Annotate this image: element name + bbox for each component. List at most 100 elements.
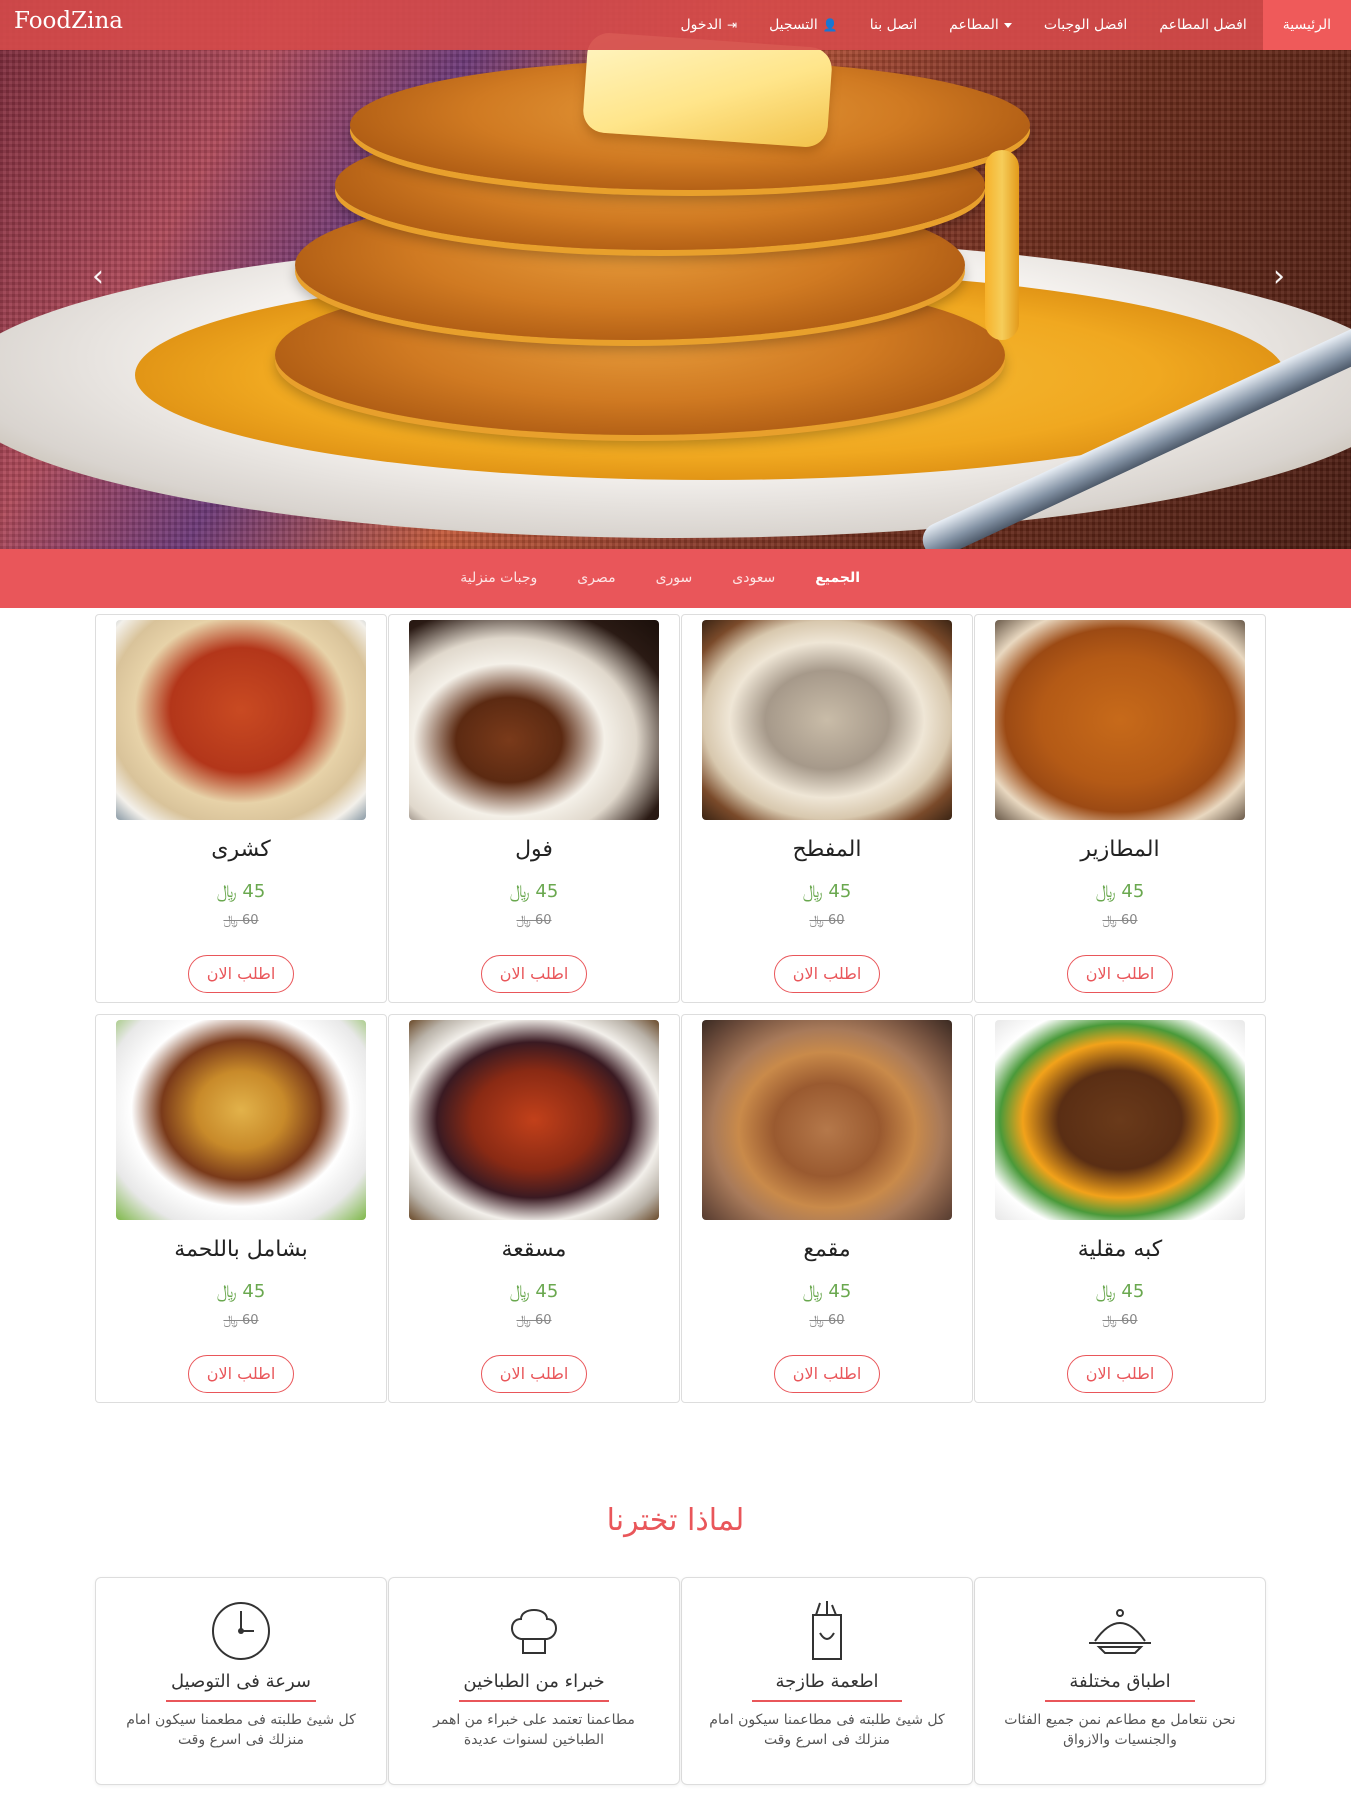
product-card: كبه مقلية 45 ﷼ 60 ﷼ اطلب الان bbox=[974, 1014, 1266, 1403]
nav-item-label: افضل المطاعم bbox=[1159, 17, 1247, 33]
product-old-price: 60 ﷼ bbox=[809, 1313, 845, 1328]
feature-title: خبراء من الطباخين bbox=[463, 1671, 605, 1692]
product-image[interactable] bbox=[116, 1020, 366, 1220]
syrup-drip bbox=[985, 150, 1019, 340]
tab-home-meals[interactable]: وجبات منزلية bbox=[440, 549, 557, 608]
grocery-bag-icon bbox=[812, 1601, 842, 1660]
feature-card: اطعمة طازجة كل شيئ طلبته فى مطاعمنا سيكو… bbox=[681, 1577, 973, 1785]
feature-underline bbox=[459, 1700, 609, 1702]
nav-item-best-meals[interactable]: افضل الوجبات bbox=[1028, 0, 1144, 50]
product-card: مقمع 45 ﷼ 60 ﷼ اطلب الان bbox=[681, 1014, 973, 1403]
product-image[interactable] bbox=[995, 620, 1245, 820]
why-us-grid: اطباق مختلفة نحن نتعامل مع مطاعم نمن جمي… bbox=[95, 1577, 1266, 1785]
brand-logo[interactable]: FoodZina bbox=[14, 8, 123, 34]
product-image[interactable] bbox=[116, 620, 366, 820]
chevron-left-icon[interactable]: ‹ bbox=[92, 262, 104, 292]
serving-dish-icon bbox=[1089, 1609, 1151, 1654]
product-price: 45 ﷼ bbox=[509, 1281, 559, 1302]
order-now-button[interactable]: اطلب الان bbox=[774, 955, 880, 993]
product-name: المطازير bbox=[1080, 837, 1160, 862]
product-price: 45 ﷼ bbox=[509, 881, 559, 902]
nav-item-label: الدخول bbox=[680, 17, 723, 33]
nav-item-login[interactable]: الدخول ⇥ bbox=[664, 0, 753, 50]
product-price: 45 ﷼ bbox=[802, 881, 852, 902]
product-image[interactable] bbox=[409, 620, 659, 820]
product-card: بشامل باللحمة 45 ﷼ 60 ﷼ اطلب الان bbox=[95, 1014, 387, 1403]
nav-item-contact[interactable]: اتصل بنا bbox=[854, 0, 933, 50]
nav-item-register[interactable]: التسجيل 👤 bbox=[753, 0, 854, 50]
product-price: 45 ﷼ bbox=[216, 1281, 266, 1302]
order-now-button[interactable]: اطلب الان bbox=[1067, 955, 1173, 993]
feature-underline bbox=[1045, 1700, 1195, 1702]
product-name: بشامل باللحمة bbox=[174, 1237, 308, 1262]
nav-item-best-restaurants[interactable]: افضل المطاعم bbox=[1143, 0, 1262, 50]
order-now-button[interactable]: اطلب الان bbox=[481, 955, 587, 993]
nav-item-label: افضل الوجبات bbox=[1043, 17, 1128, 33]
feature-text: كل شيئ طلبته فى مطعمنا سيكون امام منزلك … bbox=[126, 1712, 356, 1748]
product-grid: المطازير 45 ﷼ 60 ﷼ اطلب الان المفطح 45 ﷼… bbox=[95, 614, 1266, 1403]
product-name: كبه مقلية bbox=[1077, 1237, 1163, 1262]
nav-item-label: المطاعم bbox=[949, 17, 999, 33]
category-tabs: الجميع سعودى سورى مصرى وجبات منزلية bbox=[440, 549, 1351, 608]
product-old-price: 60 ﷼ bbox=[516, 913, 552, 928]
feature-card: سرعة فى التوصيل كل شيئ طلبته فى مطعمنا س… bbox=[95, 1577, 387, 1785]
product-old-price: 60 ﷼ bbox=[1102, 913, 1138, 928]
tab-all[interactable]: الجميع bbox=[795, 549, 880, 608]
product-price: 45 ﷼ bbox=[1095, 881, 1145, 902]
nav-item-label: اتصل بنا bbox=[869, 17, 918, 33]
nav-menu: الرئيسية افضل المطاعم افضل الوجبات المطا… bbox=[664, 0, 1351, 50]
order-now-button[interactable]: اطلب الان bbox=[481, 1355, 587, 1393]
tab-syrian[interactable]: سورى bbox=[636, 549, 713, 608]
clock-icon bbox=[212, 1602, 270, 1660]
tab-egyptian[interactable]: مصرى bbox=[557, 549, 635, 608]
feature-title: اطباق مختلفة bbox=[1069, 1671, 1171, 1692]
product-name: فول bbox=[515, 837, 553, 862]
product-card: المطازير 45 ﷼ 60 ﷼ اطلب الان bbox=[974, 614, 1266, 1003]
feature-underline bbox=[752, 1700, 902, 1702]
product-image[interactable] bbox=[702, 620, 952, 820]
feature-card: اطباق مختلفة نحن نتعامل مع مطاعم نمن جمي… bbox=[974, 1577, 1266, 1785]
product-name: كشرى bbox=[211, 837, 271, 862]
product-old-price: 60 ﷼ bbox=[223, 913, 259, 928]
order-now-button[interactable]: اطلب الان bbox=[188, 955, 294, 993]
chef-hat-icon bbox=[511, 1609, 557, 1654]
order-now-button[interactable]: اطلب الان bbox=[774, 1355, 880, 1393]
feature-underline bbox=[166, 1700, 316, 1702]
product-card: المفطح 45 ﷼ 60 ﷼ اطلب الان bbox=[681, 614, 973, 1003]
feature-text: نحن نتعامل مع مطاعم نمن جميع الفئات والج… bbox=[1004, 1712, 1236, 1748]
login-icon: ⇥ bbox=[727, 18, 738, 32]
product-card: مسقعة 45 ﷼ 60 ﷼ اطلب الان bbox=[388, 1014, 680, 1403]
product-price: 45 ﷼ bbox=[216, 881, 266, 902]
user-icon: 👤 bbox=[822, 18, 838, 32]
product-image[interactable] bbox=[995, 1020, 1245, 1220]
order-now-button[interactable]: اطلب الان bbox=[1067, 1355, 1173, 1393]
product-price: 45 ﷼ bbox=[1095, 1281, 1145, 1302]
chevron-right-icon[interactable]: › bbox=[1273, 262, 1285, 292]
product-old-price: 60 ﷼ bbox=[809, 913, 845, 928]
tab-saudi[interactable]: سعودى bbox=[712, 549, 795, 608]
product-old-price: 60 ﷼ bbox=[1102, 1313, 1138, 1328]
feature-title: اطعمة طازجة bbox=[775, 1671, 879, 1692]
product-image[interactable] bbox=[702, 1020, 952, 1220]
product-card: كشرى 45 ﷼ 60 ﷼ اطلب الان bbox=[95, 614, 387, 1003]
feature-card: خبراء من الطباخين مطاعمنا تعتمد على خبرا… bbox=[388, 1577, 680, 1785]
nav-item-home[interactable]: الرئيسية bbox=[1262, 0, 1351, 50]
hero-carousel: ‹ › bbox=[0, 0, 1351, 549]
product-image[interactable] bbox=[409, 1020, 659, 1220]
nav-item-label: الرئيسية bbox=[1282, 17, 1331, 33]
product-name: مسقعة bbox=[501, 1237, 567, 1262]
product-name: المفطح bbox=[792, 837, 862, 862]
caret-down-icon bbox=[1003, 22, 1012, 28]
nav-item-label: التسجيل bbox=[769, 17, 818, 33]
feature-text: كل شيئ طلبته فى مطاعمنا سيكون امام منزلك… bbox=[709, 1712, 945, 1748]
product-name: مقمع bbox=[803, 1237, 851, 1262]
nav-item-restaurants-dropdown[interactable]: المطاعم bbox=[933, 0, 1028, 50]
product-card: فول 45 ﷼ 60 ﷼ اطلب الان bbox=[388, 614, 680, 1003]
product-old-price: 60 ﷼ bbox=[223, 1313, 259, 1328]
feature-text: مطاعمنا تعتمد على خبراء من اهمر الطباخين… bbox=[433, 1712, 635, 1748]
product-price: 45 ﷼ bbox=[802, 1281, 852, 1302]
product-old-price: 60 ﷼ bbox=[516, 1313, 552, 1328]
order-now-button[interactable]: اطلب الان bbox=[188, 1355, 294, 1393]
navbar: FoodZina الرئيسية افضل المطاعم افضل الوج… bbox=[0, 0, 1351, 50]
why-us-title: لماذا تخترنا bbox=[606, 1503, 745, 1538]
